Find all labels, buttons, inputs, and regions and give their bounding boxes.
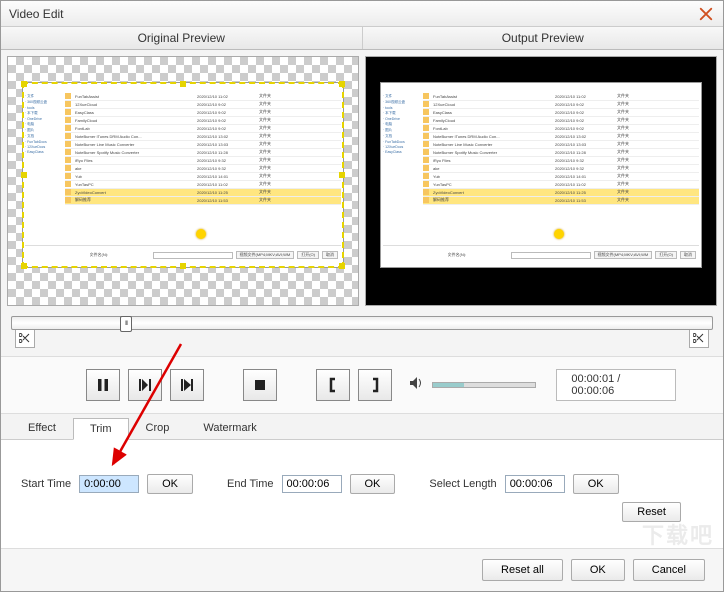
play-button[interactable] bbox=[128, 369, 162, 401]
start-time-input[interactable] bbox=[79, 475, 139, 493]
tab-bar: Effect Trim Crop Watermark bbox=[1, 414, 723, 440]
select-length-ok-button[interactable]: OK bbox=[573, 474, 619, 494]
pause-button[interactable] bbox=[86, 369, 120, 401]
bracket-right-icon bbox=[367, 377, 383, 393]
trim-end-scissor-button[interactable] bbox=[689, 328, 709, 348]
select-length-label: Select Length bbox=[429, 478, 496, 490]
cancel-button[interactable]: Cancel bbox=[633, 559, 705, 581]
dialog-footer: Reset all OK Cancel bbox=[1, 548, 723, 591]
preview-headers: Original Preview Output Preview bbox=[1, 27, 723, 50]
tab-crop[interactable]: Crop bbox=[129, 417, 187, 439]
video-edit-dialog: Video Edit Original Preview Output Previ… bbox=[0, 0, 724, 592]
trim-panel: Start Time OK End Time OK Select Length … bbox=[1, 440, 723, 548]
dialog-title: Video Edit bbox=[9, 7, 697, 21]
start-time-label: Start Time bbox=[21, 478, 71, 490]
reset-all-button[interactable]: Reset all bbox=[482, 559, 563, 581]
cursor-highlight-icon bbox=[554, 229, 564, 239]
original-preview-pane[interactable]: · 文件· 360视频云盘· tools· 本下载· OneDrive· 电脑·… bbox=[7, 56, 359, 306]
end-time-input[interactable] bbox=[282, 475, 342, 493]
titlebar: Video Edit bbox=[1, 1, 723, 27]
cursor-highlight-icon bbox=[196, 229, 206, 239]
reset-button[interactable]: Reset bbox=[622, 502, 681, 522]
video-frame-original: · 文件· 360视频云盘· tools· 本下载· OneDrive· 电脑·… bbox=[22, 82, 344, 268]
time-display: 00:00:01 / 00:00:06 bbox=[556, 369, 676, 401]
scissors-icon bbox=[693, 332, 705, 344]
end-time-ok-button[interactable]: OK bbox=[350, 474, 396, 494]
close-button[interactable] bbox=[697, 5, 715, 23]
scissors-icon bbox=[19, 332, 31, 344]
playback-controls: 00:00:01 / 00:00:06 bbox=[1, 356, 723, 414]
step-forward-icon bbox=[179, 377, 195, 393]
select-length-input[interactable] bbox=[505, 475, 565, 493]
original-preview-header: Original Preview bbox=[1, 27, 363, 49]
bracket-left-icon bbox=[325, 377, 341, 393]
timeline-handle[interactable]: III bbox=[120, 316, 132, 332]
volume-slider[interactable] bbox=[432, 382, 536, 388]
mark-out-button[interactable] bbox=[358, 369, 392, 401]
pause-icon bbox=[95, 377, 111, 393]
output-preview-pane[interactable]: · 文件· 360视频云盘· tools· 本下载· OneDrive· 电脑·… bbox=[365, 56, 717, 306]
close-icon bbox=[699, 7, 713, 21]
timeline-area: III bbox=[1, 312, 723, 356]
trim-start-scissor-button[interactable] bbox=[15, 328, 35, 348]
tab-effect[interactable]: Effect bbox=[11, 417, 73, 439]
play-icon bbox=[137, 377, 153, 393]
preview-row: · 文件· 360视频云盘· tools· 本下载· OneDrive· 电脑·… bbox=[1, 50, 723, 312]
start-time-ok-button[interactable]: OK bbox=[147, 474, 193, 494]
mark-in-button[interactable] bbox=[316, 369, 350, 401]
stop-button[interactable] bbox=[243, 369, 277, 401]
tab-trim[interactable]: Trim bbox=[73, 418, 129, 440]
tab-watermark[interactable]: Watermark bbox=[186, 417, 273, 439]
output-preview-header: Output Preview bbox=[363, 27, 724, 49]
ok-button[interactable]: OK bbox=[571, 559, 625, 581]
video-frame-output: · 文件· 360视频云盘· tools· 本下载· OneDrive· 电脑·… bbox=[380, 82, 702, 268]
stop-icon bbox=[252, 377, 268, 393]
end-time-label: End Time bbox=[227, 478, 273, 490]
trim-fields-row: Start Time OK End Time OK Select Length … bbox=[21, 474, 703, 494]
timeline-slider[interactable]: III bbox=[11, 316, 713, 330]
step-button[interactable] bbox=[170, 369, 204, 401]
volume-icon[interactable] bbox=[408, 375, 424, 396]
